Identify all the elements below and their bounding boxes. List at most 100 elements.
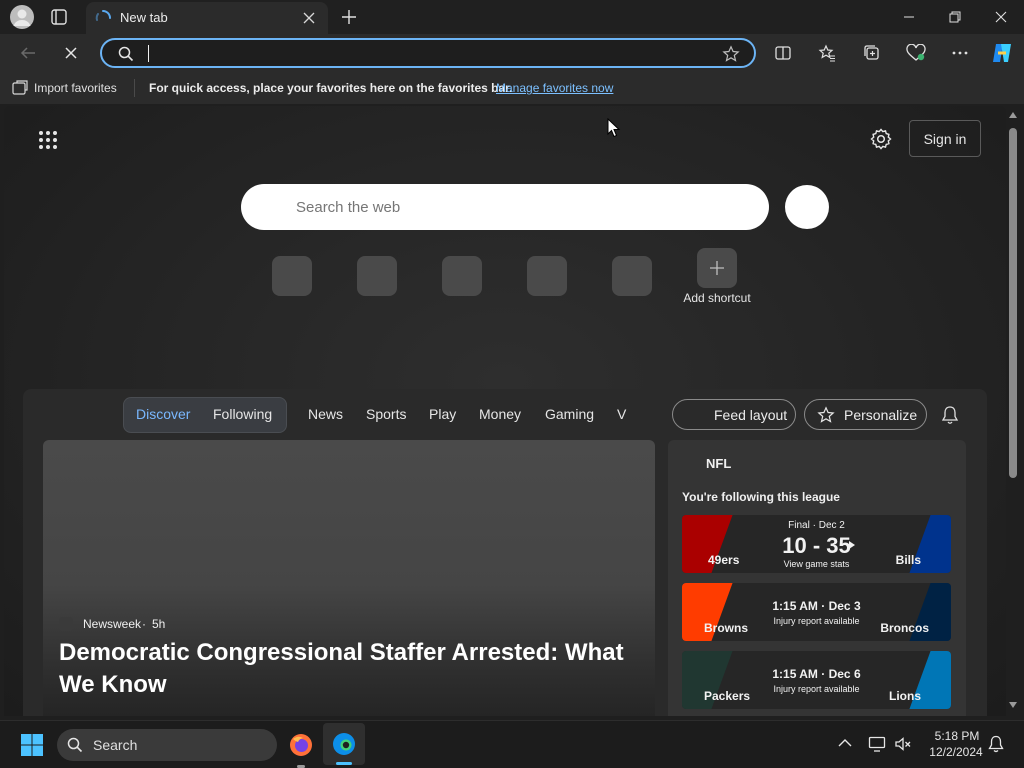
- game-row[interactable]: Final · Dec 2 10 - 35 View game stats 49…: [682, 515, 951, 573]
- shortcut-tile[interactable]: [272, 256, 312, 296]
- volume-muted-icon[interactable]: [894, 735, 912, 753]
- personalize-label: Personalize: [844, 406, 918, 423]
- tab-new-tab[interactable]: New tab: [86, 2, 328, 34]
- restore-button[interactable]: [932, 0, 978, 34]
- close-window-button[interactable]: [978, 0, 1024, 34]
- team-left: Browns: [704, 621, 749, 635]
- more-options-icon[interactable]: [945, 38, 975, 68]
- text-cursor: [148, 45, 149, 62]
- split-screen-icon[interactable]: [768, 38, 798, 68]
- favorites-bar-message: For quick access, place your favorites h…: [149, 81, 513, 95]
- favorites-bar: Import favorites For quick access, place…: [0, 72, 1024, 104]
- source-logo: [59, 617, 73, 631]
- import-favorites-button[interactable]: Import favorites: [34, 81, 117, 95]
- game-time: 1:15 AM · Dec 6: [772, 667, 861, 681]
- notifications-icon[interactable]: [988, 735, 1004, 753]
- profile-avatar[interactable]: [10, 5, 34, 29]
- clock-date[interactable]: 12/2/2024: [922, 745, 990, 759]
- edge-app-button[interactable]: [323, 723, 365, 765]
- page-scrollbar[interactable]: [1006, 106, 1020, 716]
- copilot-icon[interactable]: [987, 38, 1017, 68]
- notifications-bell-icon[interactable]: [941, 405, 959, 425]
- news-feed: Discover Following News Sports Play Mone…: [23, 389, 987, 716]
- article-age: 5h: [152, 617, 166, 631]
- favorite-star-icon[interactable]: [722, 45, 740, 63]
- shortcut-tile[interactable]: [527, 256, 567, 296]
- show-hidden-icons-chevron-icon[interactable]: [838, 738, 852, 748]
- tab-sports[interactable]: Sports: [366, 406, 406, 422]
- game-time: 1:15 AM · Dec 3: [772, 599, 861, 613]
- article-source: Newsweek: [83, 617, 142, 631]
- search-icon: [118, 46, 134, 62]
- title-bar: New tab: [0, 0, 1024, 34]
- add-shortcut-button[interactable]: [697, 248, 737, 288]
- article-headline[interactable]: Democratic Congressional Staffer Arreste…: [59, 637, 644, 701]
- shortcut-tile[interactable]: [357, 256, 397, 296]
- game-status: Final · Dec 2: [788, 520, 845, 531]
- favorites-divider: [134, 79, 135, 97]
- taskbar-search-label: Search: [93, 737, 138, 753]
- article-card[interactable]: Newsweek · 5h Democratic Congressional S…: [43, 440, 655, 716]
- new-tab-button[interactable]: [340, 8, 358, 26]
- game-row[interactable]: 1:15 AM · Dec 3 Injury report available …: [682, 583, 951, 641]
- scroll-down-arrow-icon[interactable]: [1009, 702, 1017, 708]
- display-tray-icon[interactable]: [868, 735, 886, 753]
- clock-time[interactable]: 5:18 PM: [926, 729, 988, 743]
- visual-search-button[interactable]: [785, 185, 829, 229]
- sign-in-button[interactable]: Sign in: [909, 120, 981, 157]
- tab-money[interactable]: Money: [479, 406, 521, 422]
- mouse-cursor-icon: [607, 118, 621, 138]
- close-tab-icon[interactable]: [302, 11, 316, 25]
- feed-layout-label: Feed layout: [714, 406, 788, 423]
- game-row[interactable]: 1:15 AM · Dec 6 Injury report available …: [682, 651, 951, 709]
- collections-icon[interactable]: [857, 38, 887, 68]
- taskbar-search-box[interactable]: Search: [57, 729, 277, 761]
- nfl-title[interactable]: NFL: [706, 456, 731, 471]
- plus-icon: [710, 261, 724, 275]
- tab-discover[interactable]: Discover: [136, 406, 190, 422]
- vertical-tabs-icon[interactable]: [50, 8, 68, 26]
- team-left: 49ers: [708, 553, 740, 567]
- shortcut-tile[interactable]: [612, 256, 652, 296]
- scroll-thumb[interactable]: [1009, 128, 1017, 478]
- web-search-input[interactable]: Search the web: [296, 199, 400, 216]
- play-triangle-icon: [848, 540, 856, 550]
- personalize-button[interactable]: Personalize: [804, 399, 927, 430]
- browser-essentials-icon[interactable]: [901, 38, 931, 68]
- shortcut-tile[interactable]: [442, 256, 482, 296]
- tab-following[interactable]: Following: [213, 406, 272, 422]
- stop-loading-button[interactable]: [56, 38, 86, 68]
- scroll-up-arrow-icon[interactable]: [1009, 112, 1017, 118]
- import-favorites-icon: [12, 80, 28, 96]
- web-search-box[interactable]: Search the web: [241, 184, 769, 230]
- team-right: Bills: [895, 553, 921, 567]
- minimize-button[interactable]: [886, 0, 932, 34]
- add-shortcut-label: Add shortcut: [683, 291, 751, 305]
- team-left: Packers: [704, 689, 751, 703]
- manage-favorites-link[interactable]: Manage favorites now: [496, 81, 613, 95]
- team-right: Lions: [889, 689, 921, 703]
- nfl-card: NFL You're following this league Final ·…: [668, 440, 966, 716]
- loading-spinner-icon: [94, 9, 112, 27]
- tab-news[interactable]: News: [308, 406, 343, 422]
- personalize-star-icon: [817, 405, 835, 424]
- favorites-icon[interactable]: [812, 38, 842, 68]
- taskbar: Search 5:18 PM 12/2/2024: [0, 720, 1024, 768]
- team-right: Broncos: [880, 621, 929, 635]
- app-launcher-icon[interactable]: [38, 130, 58, 150]
- settings-gear-icon[interactable]: [870, 128, 892, 150]
- feed-layout-button[interactable]: Feed layout: [672, 399, 796, 430]
- address-bar[interactable]: [100, 38, 756, 68]
- nfl-following-text: You're following this league: [682, 490, 840, 504]
- tab-more-truncated[interactable]: V: [617, 406, 626, 422]
- article-separator: ·: [142, 617, 146, 631]
- windows-start-icon[interactable]: [20, 733, 44, 757]
- firefox-app-icon[interactable]: [289, 733, 313, 757]
- back-button[interactable]: [13, 38, 43, 68]
- edge-app-icon: [332, 732, 356, 756]
- toolbar: [0, 34, 1024, 72]
- tab-title: New tab: [120, 10, 168, 25]
- edge-active-indicator: [336, 762, 352, 765]
- tab-gaming[interactable]: Gaming: [545, 406, 594, 422]
- tab-play[interactable]: Play: [429, 406, 456, 422]
